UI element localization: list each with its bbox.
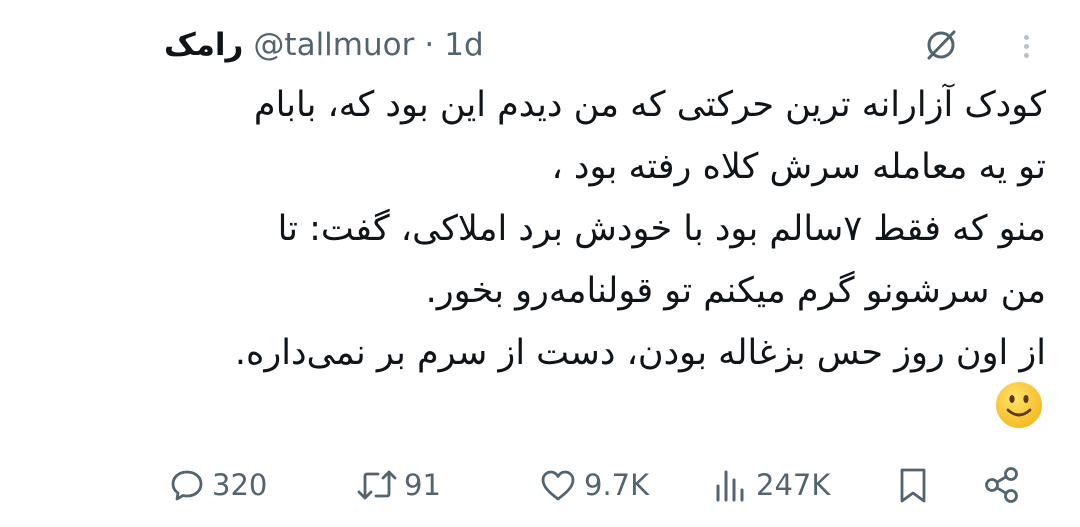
bookmark-button[interactable] (894, 462, 932, 508)
tweet-actions: 320 91 9.7K 247K (0, 462, 1080, 508)
reply-count: 320 (212, 468, 268, 502)
views-count: 247K (756, 468, 831, 502)
more-dots-icon[interactable] (1012, 28, 1040, 64)
author-handle[interactable]: @tallmuor (253, 27, 414, 63)
tweet-line: منو که فقط ۷سالم بود با خودش برد املاکی،… (277, 209, 1046, 249)
like-count: 9.7K (584, 468, 650, 502)
tweet-time[interactable]: 1d (444, 27, 483, 63)
reply-icon (168, 466, 206, 504)
author-name[interactable]: رامک (164, 27, 243, 63)
views-button[interactable]: 247K (712, 462, 830, 508)
bookmark-icon (894, 465, 932, 505)
repost-count: 91 (404, 468, 441, 502)
tweet-line: تو یه معامله سرش کلاه رفته بود ، (551, 147, 1046, 187)
share-button[interactable] (982, 462, 1022, 508)
tweet-header: رامک @tallmuor · 1d (164, 22, 484, 68)
views-icon (712, 466, 750, 504)
tweet-line: من سرشونو گرم میکنم تو قولنامه‌رو بخور. (425, 271, 1046, 311)
repost-icon (356, 466, 398, 504)
tweet-line: کودک آزارانه ترین حرکتی که من دیدم این ب… (253, 85, 1046, 125)
share-icon (982, 465, 1022, 505)
repost-button[interactable]: 91 (356, 462, 441, 508)
reply-button[interactable]: 320 (168, 462, 267, 508)
heart-icon (538, 466, 578, 504)
like-button[interactable]: 9.7K (538, 462, 649, 508)
grok-icon[interactable] (918, 22, 964, 68)
slightly-smiling-face-icon (994, 380, 1044, 430)
separator-dot: · (424, 27, 435, 63)
tweet-line: از اون روز حس بزغاله بودن، دست از سرم بر… (234, 333, 1046, 373)
tweet-text: کودک آزارانه ترین حرکتی که من دیدم این ب… (160, 74, 1046, 384)
